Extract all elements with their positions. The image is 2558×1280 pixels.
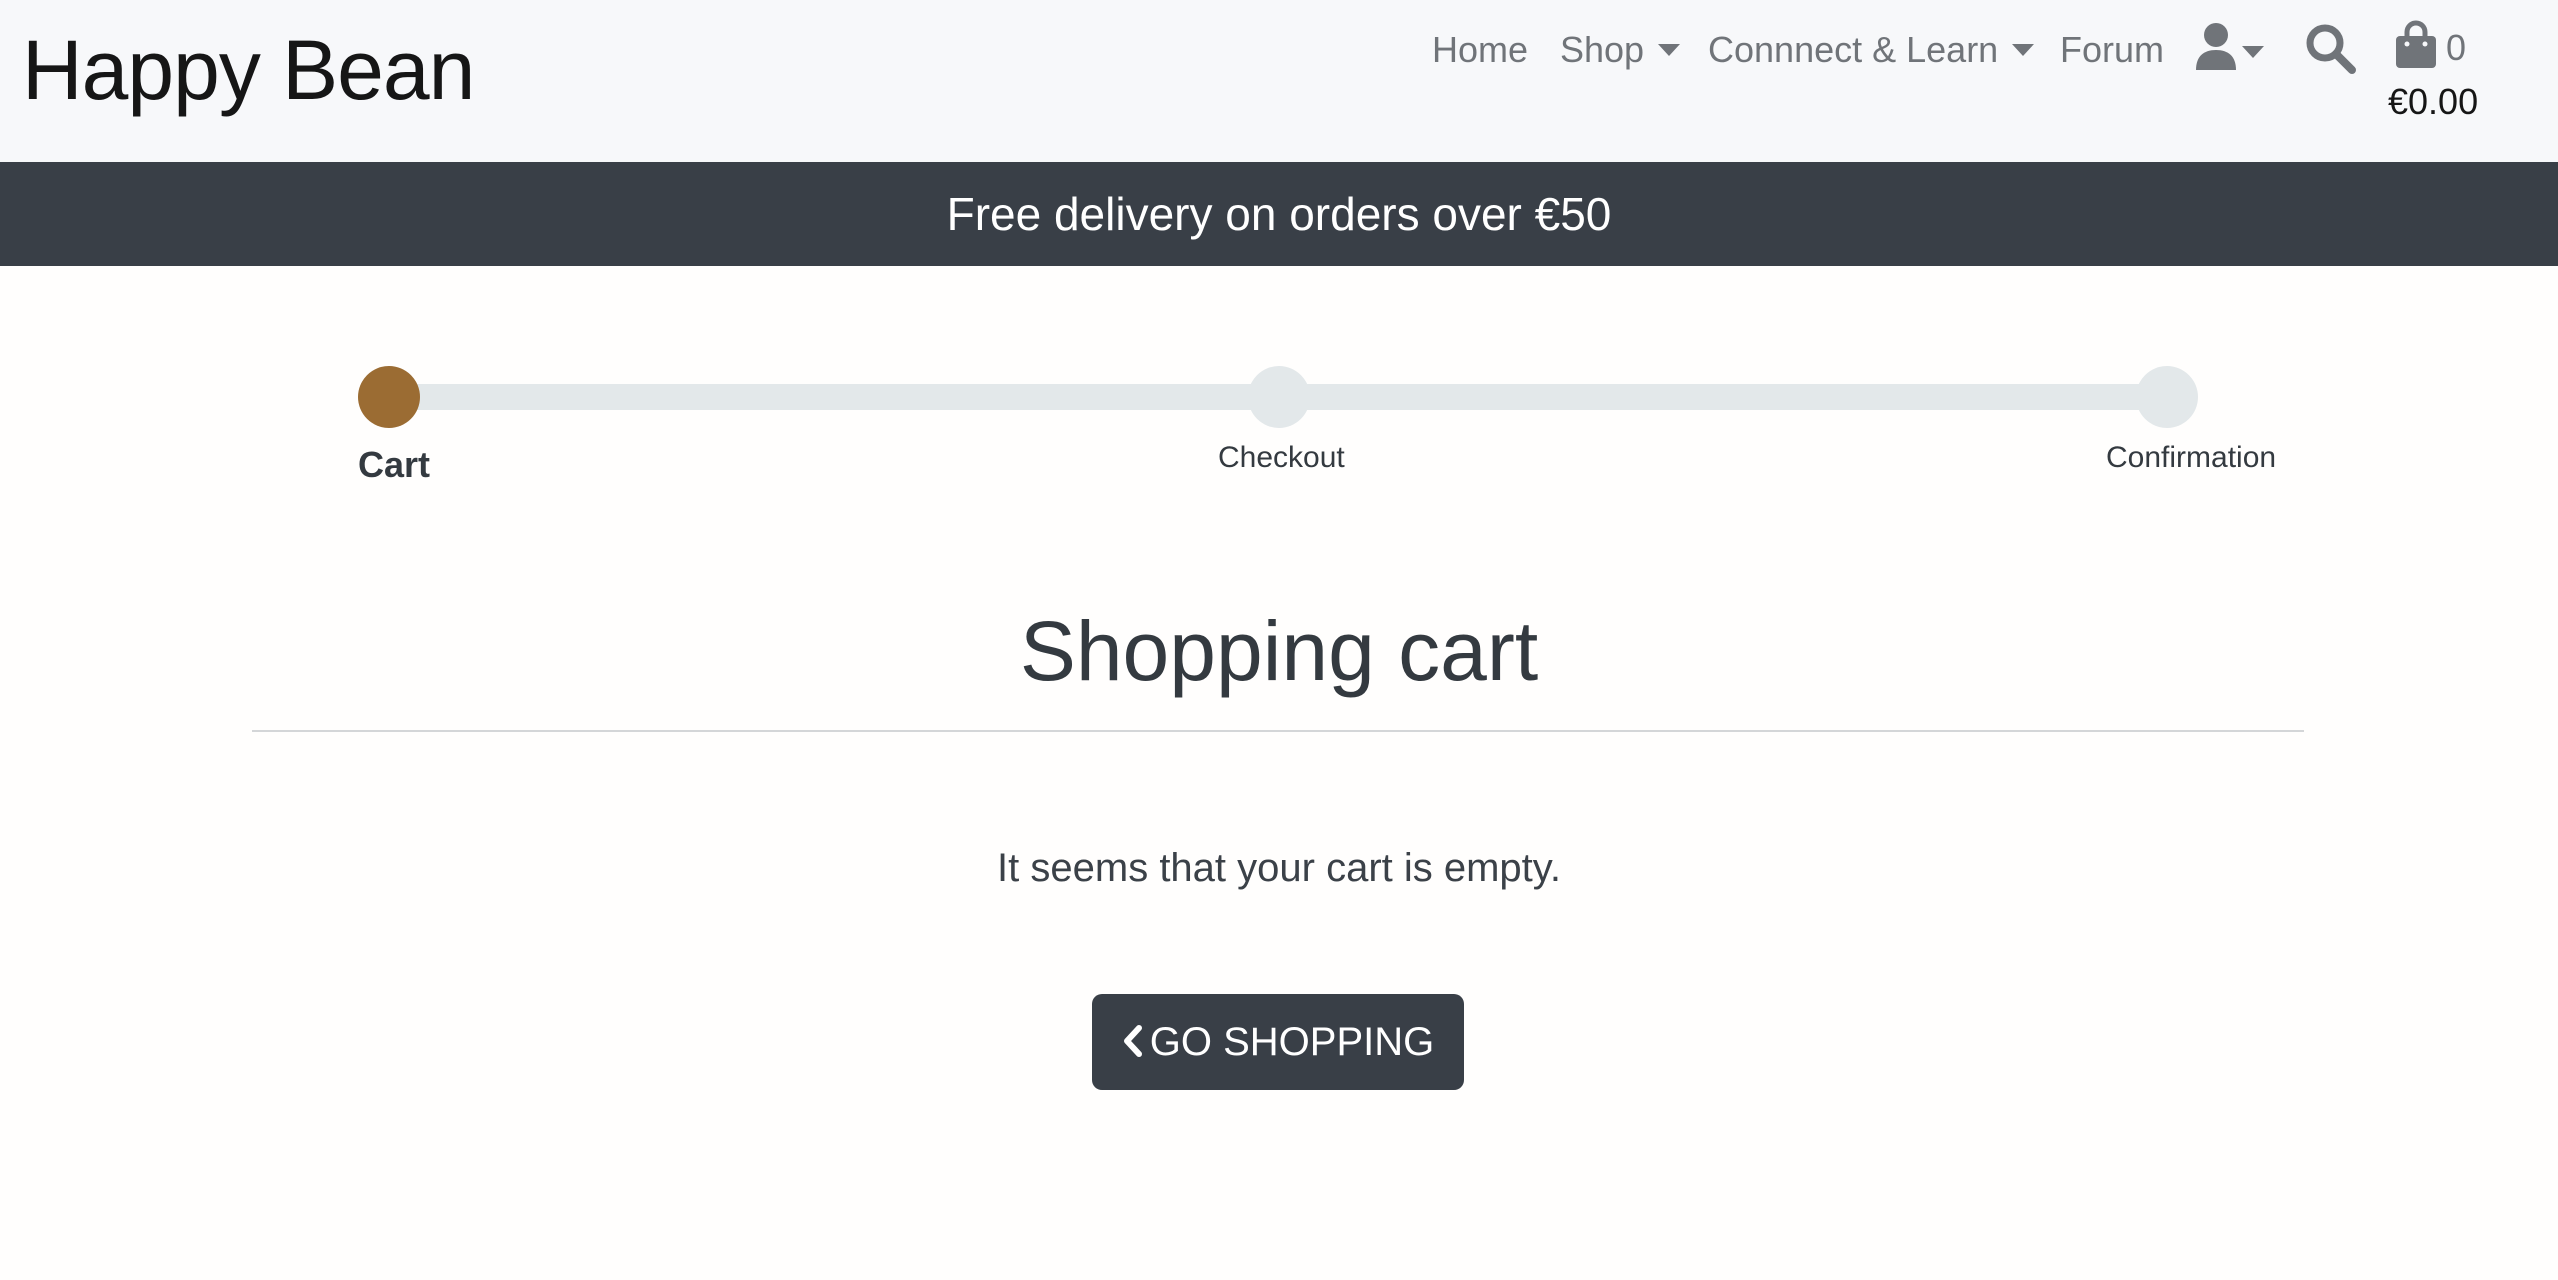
caret-down-icon xyxy=(2242,46,2264,58)
page-title: Shopping cart xyxy=(1019,604,1539,698)
account-dropdown[interactable] xyxy=(2194,22,2274,74)
nav-home-label: Home xyxy=(1432,29,1529,70)
nav-learn-label: Connnect & Learn xyxy=(1708,29,1999,70)
go-shopping-label: GO SHOPPING xyxy=(1149,1020,1435,1064)
promo-banner-text: Free delivery on orders over €50 xyxy=(946,188,1612,240)
cart-total: €0.00 xyxy=(2388,81,2479,122)
checkout-progress: Cart Checkout Confirmation xyxy=(0,266,2558,506)
step-checkout-label: Checkout xyxy=(1218,441,1345,474)
nav-forum[interactable]: Forum xyxy=(2060,20,2164,80)
empty-cart-message: It seems that your cart is empty. xyxy=(997,846,1561,890)
search-icon xyxy=(2306,24,2356,74)
nav-home[interactable]: Home xyxy=(1432,20,1528,80)
nav-shop-dropdown[interactable]: Shop xyxy=(1560,20,1681,80)
step-checkout-dot xyxy=(1248,366,1310,428)
caret-down-icon xyxy=(2012,44,2035,57)
shopping-bag-icon xyxy=(2396,20,2436,68)
cart-button[interactable]: 0 €0.00 xyxy=(2388,20,2488,130)
navbar: Happy Bean Home Shop Connnect & Learn Fo… xyxy=(0,0,2558,162)
nav-learn-dropdown[interactable]: Connnect & Learn xyxy=(1708,20,2035,80)
caret-down-icon xyxy=(1658,44,1681,57)
user-icon xyxy=(2196,23,2236,70)
cart-count: 0 xyxy=(2446,27,2467,68)
step-cart-label: Cart xyxy=(358,444,431,485)
promo-banner: Free delivery on orders over €50 xyxy=(0,162,2558,266)
step-confirmation-dot xyxy=(2136,366,2198,428)
chevron-left-icon xyxy=(1123,1025,1142,1058)
search-button[interactable] xyxy=(2304,22,2358,76)
step-confirmation-label: Confirmation xyxy=(2106,441,2277,474)
title-divider xyxy=(252,730,2304,732)
nav-shop-label: Shop xyxy=(1560,29,1645,70)
nav-forum-label: Forum xyxy=(2060,29,2165,70)
brand-logo[interactable]: Happy Bean xyxy=(22,16,475,124)
go-shopping-button[interactable]: GO SHOPPING xyxy=(1092,994,1464,1090)
step-cart-dot xyxy=(358,366,420,428)
